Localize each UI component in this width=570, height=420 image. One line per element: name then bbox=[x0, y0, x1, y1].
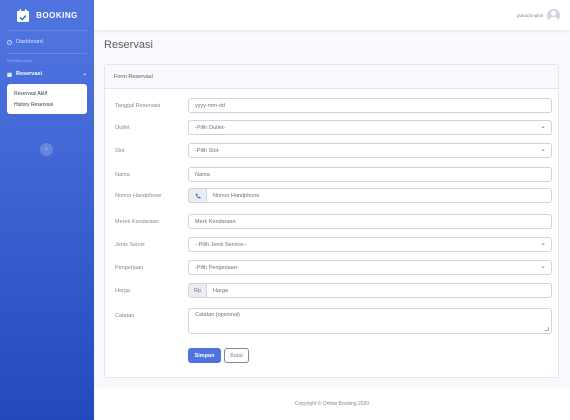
sidebar-item-reservasi[interactable]: Reservasi ⌄ bbox=[0, 66, 94, 82]
harga-input-group: Rp Harga bbox=[188, 283, 552, 298]
handphone-input[interactable]: Nomor Handphone bbox=[207, 188, 552, 203]
batal-button[interactable]: Batal bbox=[224, 348, 249, 363]
sidebar: BOOKING Dashboard RAMBANGAN Reservasi ⌄ … bbox=[0, 0, 94, 420]
nama-input[interactable]: Nama bbox=[188, 167, 552, 182]
form-row-outlet: Outlet -Pilih Outlet- bbox=[105, 120, 560, 135]
form-row-handphone: Nomor Handphone Nomor Handphone bbox=[105, 188, 560, 203]
brand-name: BOOKING bbox=[36, 10, 78, 20]
chevron-left-icon: ‹ bbox=[45, 146, 48, 153]
form-row-servis: Jenis Servis --Pilih Jenis Service-- bbox=[105, 237, 560, 252]
phone-icon bbox=[188, 188, 207, 203]
user-name[interactable]: putradongkal bbox=[517, 13, 543, 18]
footer: Copyright © Online Booking 2020 bbox=[94, 388, 570, 420]
sidebar-item-dashboard[interactable]: Dashboard bbox=[0, 31, 94, 53]
submenu-item-history-reservasi[interactable]: History Reservasi bbox=[7, 99, 87, 110]
avatar[interactable] bbox=[547, 8, 560, 22]
merek-label: Merek Kendaraan bbox=[115, 218, 159, 225]
topbar: putradongkal bbox=[94, 0, 570, 30]
catatan-placeholder: Catatan (opsional) bbox=[195, 312, 240, 318]
tanggal-label: Tanggal Reservasi bbox=[115, 102, 161, 109]
outlet-select[interactable]: -Pilih Outlet- bbox=[188, 120, 552, 135]
sidebar-item-label: Reservasi bbox=[16, 71, 42, 77]
chevron-down-icon: ⌄ bbox=[82, 71, 87, 77]
servis-label: Jenis Servis bbox=[115, 241, 145, 248]
form-row-harga: Harga Rp Harga bbox=[105, 283, 560, 298]
harga-label: Harga bbox=[115, 287, 130, 294]
nama-label: Nama bbox=[115, 171, 130, 178]
calendar-check-icon bbox=[17, 8, 30, 22]
harga-input[interactable]: Harga bbox=[207, 283, 552, 298]
pengerjaan-label: Pengerjaan bbox=[115, 264, 144, 271]
calendar-icon bbox=[7, 72, 12, 77]
catatan-label: Catatan bbox=[115, 312, 135, 319]
form-row-pengerjaan: Pengerjaan -Pilih Pengerjaan- bbox=[105, 260, 560, 275]
dashboard-icon bbox=[7, 39, 12, 45]
reservation-form-card: Form Reservasi Tanggal Reservasi yyyy-mm… bbox=[104, 64, 559, 378]
sidebar-item-label: Dashboard bbox=[16, 39, 43, 45]
form-row-slot: Slot -Pilih Slot- bbox=[105, 143, 560, 158]
tanggal-input[interactable]: yyyy-mm-dd bbox=[188, 98, 552, 113]
reservasi-submenu: Reservasi Aktif History Reservasi bbox=[7, 84, 87, 114]
copyright-text: Copyright © Online Booking 2020 bbox=[294, 401, 370, 407]
currency-prefix: Rp bbox=[188, 283, 207, 298]
sidebar-heading: RAMBANGAN bbox=[7, 59, 33, 63]
page-title: Reservasi bbox=[104, 39, 153, 51]
catatan-textarea[interactable]: Catatan (opsional) bbox=[188, 308, 552, 334]
sidebar-toggle-button[interactable]: ‹ bbox=[40, 143, 53, 156]
slot-select[interactable]: -Pilih Slot- bbox=[188, 143, 552, 158]
sidebar-brand[interactable]: BOOKING bbox=[0, 0, 94, 30]
simpan-button[interactable]: Simpan bbox=[188, 348, 221, 363]
slot-label: Slot bbox=[115, 147, 125, 154]
merek-input[interactable]: Merk Kendaraan bbox=[188, 214, 552, 229]
handphone-label: Nomor Handphone bbox=[115, 192, 162, 199]
pengerjaan-select[interactable]: -Pilih Pengerjaan- bbox=[188, 260, 552, 275]
outlet-label: Outlet bbox=[115, 124, 130, 131]
card-header: Form Reservasi bbox=[105, 65, 558, 89]
resize-handle-icon[interactable] bbox=[545, 327, 549, 331]
handphone-input-group: Nomor Handphone bbox=[188, 188, 552, 203]
submenu-item-reservasi-aktif[interactable]: Reservasi Aktif bbox=[7, 88, 87, 99]
form-row-tanggal: Tanggal Reservasi yyyy-mm-dd bbox=[105, 98, 560, 113]
form-row-merek: Merek Kendaraan Merk Kendaraan bbox=[105, 214, 560, 229]
form-row-nama: Nama Nama bbox=[105, 167, 560, 182]
servis-select[interactable]: --Pilih Jenis Service-- bbox=[188, 237, 552, 252]
